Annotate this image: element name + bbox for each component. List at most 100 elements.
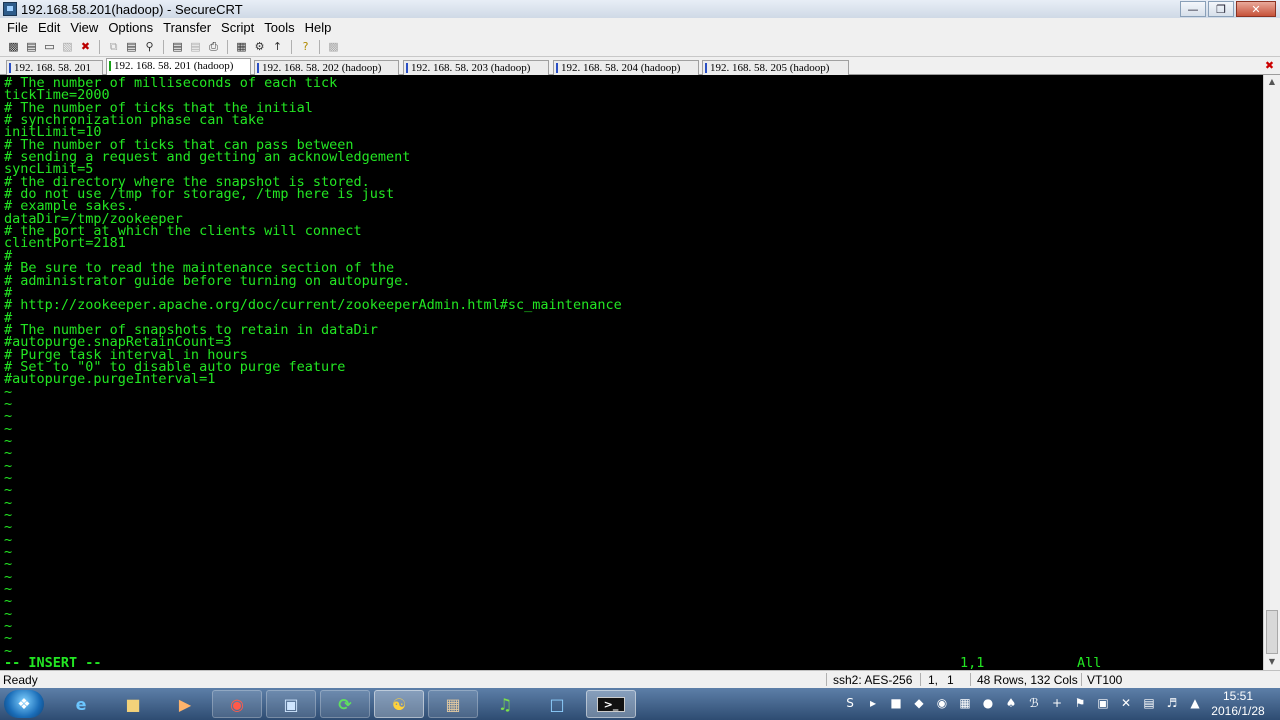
tab-label: 192. 168. 58. 202 (hadoop) [262,62,382,74]
tab-192-168-58-201[interactable]: 192. 168. 58. 201 [6,60,103,75]
terminal-text: # The number of milliseconds of each tic… [4,75,622,659]
menu-edit[interactable]: Edit [33,20,65,35]
menu-tools[interactable]: Tools [259,20,299,35]
volume-icon[interactable]: ♬ [1162,694,1182,712]
shield-icon[interactable]: ⚑ [1070,694,1090,712]
find-icon[interactable]: ⚲ [142,40,157,54]
terminal-line: # Set to "0" to disable auto purge featu… [4,358,346,375]
terminal-line: # The number of ticks that can pass betw… [4,136,354,153]
status-separator [826,673,827,686]
tray-icon[interactable]: ▦ [955,694,975,712]
quick-connect-icon[interactable]: ▤ [24,40,39,54]
start-button[interactable]: ❖ [4,690,44,718]
tab-label: 192. 168. 58. 203 (hadoop) [411,62,531,74]
tab-192-168-58-202-hadoop[interactable]: 192. 168. 58. 202 (hadoop) [254,60,399,75]
scroll-up-icon[interactable]: ▲ [1264,75,1280,89]
chrome-icon[interactable]: ◉ [212,690,262,718]
minimize-button[interactable]: — [1180,1,1206,17]
menu-transfer[interactable]: Transfer [158,20,216,35]
scrollbar-thumb[interactable] [1266,610,1278,654]
terminal-line: # http://zookeeper.apache.org/doc/curren… [4,297,622,314]
tray-icon[interactable]: + [1047,694,1067,712]
vertical-scrollbar[interactable]: ▲ ▼ [1263,75,1280,670]
connect-tab-icon[interactable]: ▭ [42,40,57,54]
virtualbox-icon[interactable]: □ [532,690,582,718]
connect-icon[interactable]: ▩ [6,40,21,54]
terminal-line: ~ [4,494,13,511]
tab-192-168-58-203-hadoop[interactable]: 192. 168. 58. 203 (hadoop) [403,60,549,75]
tray-icon[interactable]: ◆ [909,694,929,712]
tray-icon[interactable]: ■ [886,694,906,712]
securecrt-icon[interactable]: >_ [586,690,636,718]
ie-icon[interactable]: e [56,690,106,718]
terminal-line: dataDir=/tmp/zookeeper [4,210,183,227]
menu-options[interactable]: Options [103,20,158,35]
print-icon-2[interactable]: ⎙ [206,40,221,54]
session-tab-bar: 192. 168. 58. 201 192. 168. 58. 201 (had… [0,57,1280,75]
status-emulation: VT100 [1087,673,1123,687]
tray-icon[interactable]: ✕ [1116,694,1136,712]
terminal-line: ~ [4,482,13,499]
scroll-down-icon[interactable]: ▼ [1264,655,1280,669]
paste-icon[interactable]: ▤ [124,40,139,54]
download-icon[interactable]: ⟳ [320,690,370,718]
close-button[interactable]: ✕ [1236,1,1276,17]
vpn-icon[interactable]: ▣ [266,690,316,718]
media-player-icon[interactable]: ▶ [160,690,210,718]
tab-label: 192. 168. 58. 201 (hadoop) [114,60,234,72]
music-icon[interactable]: ♫ [480,690,530,718]
menu-script[interactable]: Script [216,20,259,35]
tray-icon[interactable]: ▣ [1093,694,1113,712]
tray-icon[interactable]: ♠ [1001,694,1021,712]
terminal-line: ~ [4,630,13,647]
terminal-line: ~ [4,568,13,585]
tab-192-168-58-205-hadoop[interactable]: 192. 168. 58. 205 (hadoop) [702,60,849,75]
copy-icon[interactable]: ⧉ [106,40,121,54]
global-options-icon[interactable]: ⚙ [252,40,267,54]
tab-label: 192. 168. 58. 201 [14,62,91,74]
sftp-icon[interactable]: ▩ [326,40,341,54]
tray-icon[interactable]: ▤ [1139,694,1159,712]
print-selection-icon[interactable]: ▤ [188,40,203,54]
vim-mode-indicator: -- INSERT -- [4,655,102,670]
taskbar-clock[interactable]: 15:51 2016/1/28 [1200,689,1276,719]
input-method-icon[interactable]: S [840,694,860,712]
terminal-screen[interactable]: # The number of milliseconds of each tic… [0,75,1263,670]
session-options-icon[interactable]: ▦ [234,40,249,54]
tab-label: 192. 168. 58. 205 (hadoop) [710,62,830,74]
securecrt-window: 192.168.58.201(hadoop) - SecureCRT — ❐ ✕… [0,0,1280,720]
explorer-icon[interactable]: ■ [108,690,158,718]
terminal-line: ~ [4,507,13,524]
menu-file[interactable]: File [2,20,33,35]
terminal-line: ~ [4,593,13,610]
menu-view[interactable]: View [65,20,103,35]
terminal-line: # do not use /tmp for storage, /tmp here… [4,186,395,203]
bluetooth-icon[interactable]: ℬ [1024,694,1044,712]
status-bar: Ready ssh2: AES-256 1, 1 48 Rows, 132 Co… [0,670,1280,688]
print-icon[interactable]: ▤ [170,40,185,54]
cursor-position: 1,1 [960,655,985,670]
tray-icon[interactable]: ◉ [932,694,952,712]
title-bar: 192.168.58.201(hadoop) - SecureCRT — ❐ ✕ [0,0,1280,18]
disconnect-icon[interactable]: ✖ [78,40,93,54]
toolbar-separator [163,39,164,54]
terminal-line: # Be sure to read the maintenance sectio… [4,260,395,277]
tray-icon[interactable]: ▸ [863,694,883,712]
maximize-button[interactable]: ❐ [1208,1,1234,17]
status-separator [920,673,921,686]
terminal-line: ~ [4,531,13,548]
close-tab-icon[interactable]: ✖ [1264,60,1275,71]
reconnect-icon[interactable]: ▧ [60,40,75,54]
tab-192-168-58-204-hadoop[interactable]: 192. 168. 58. 204 (hadoop) [553,60,699,75]
terminal-line: ~ [4,544,13,561]
tab-192-168-58-201-hadoop[interactable]: 192. 168. 58. 201 (hadoop) [106,58,251,75]
status-separator [1081,673,1082,686]
tools-icon[interactable]: ☯ [374,690,424,718]
window-title: 192.168.58.201(hadoop) - SecureCRT [21,1,243,17]
tray-icon[interactable]: ● [978,694,998,712]
menu-help[interactable]: Help [300,20,337,35]
keymap-icon[interactable]: ↑ [270,40,285,54]
help-icon[interactable]: ? [298,40,313,54]
archive-icon[interactable]: ▦ [428,690,478,718]
toolbar-separator [291,39,292,54]
